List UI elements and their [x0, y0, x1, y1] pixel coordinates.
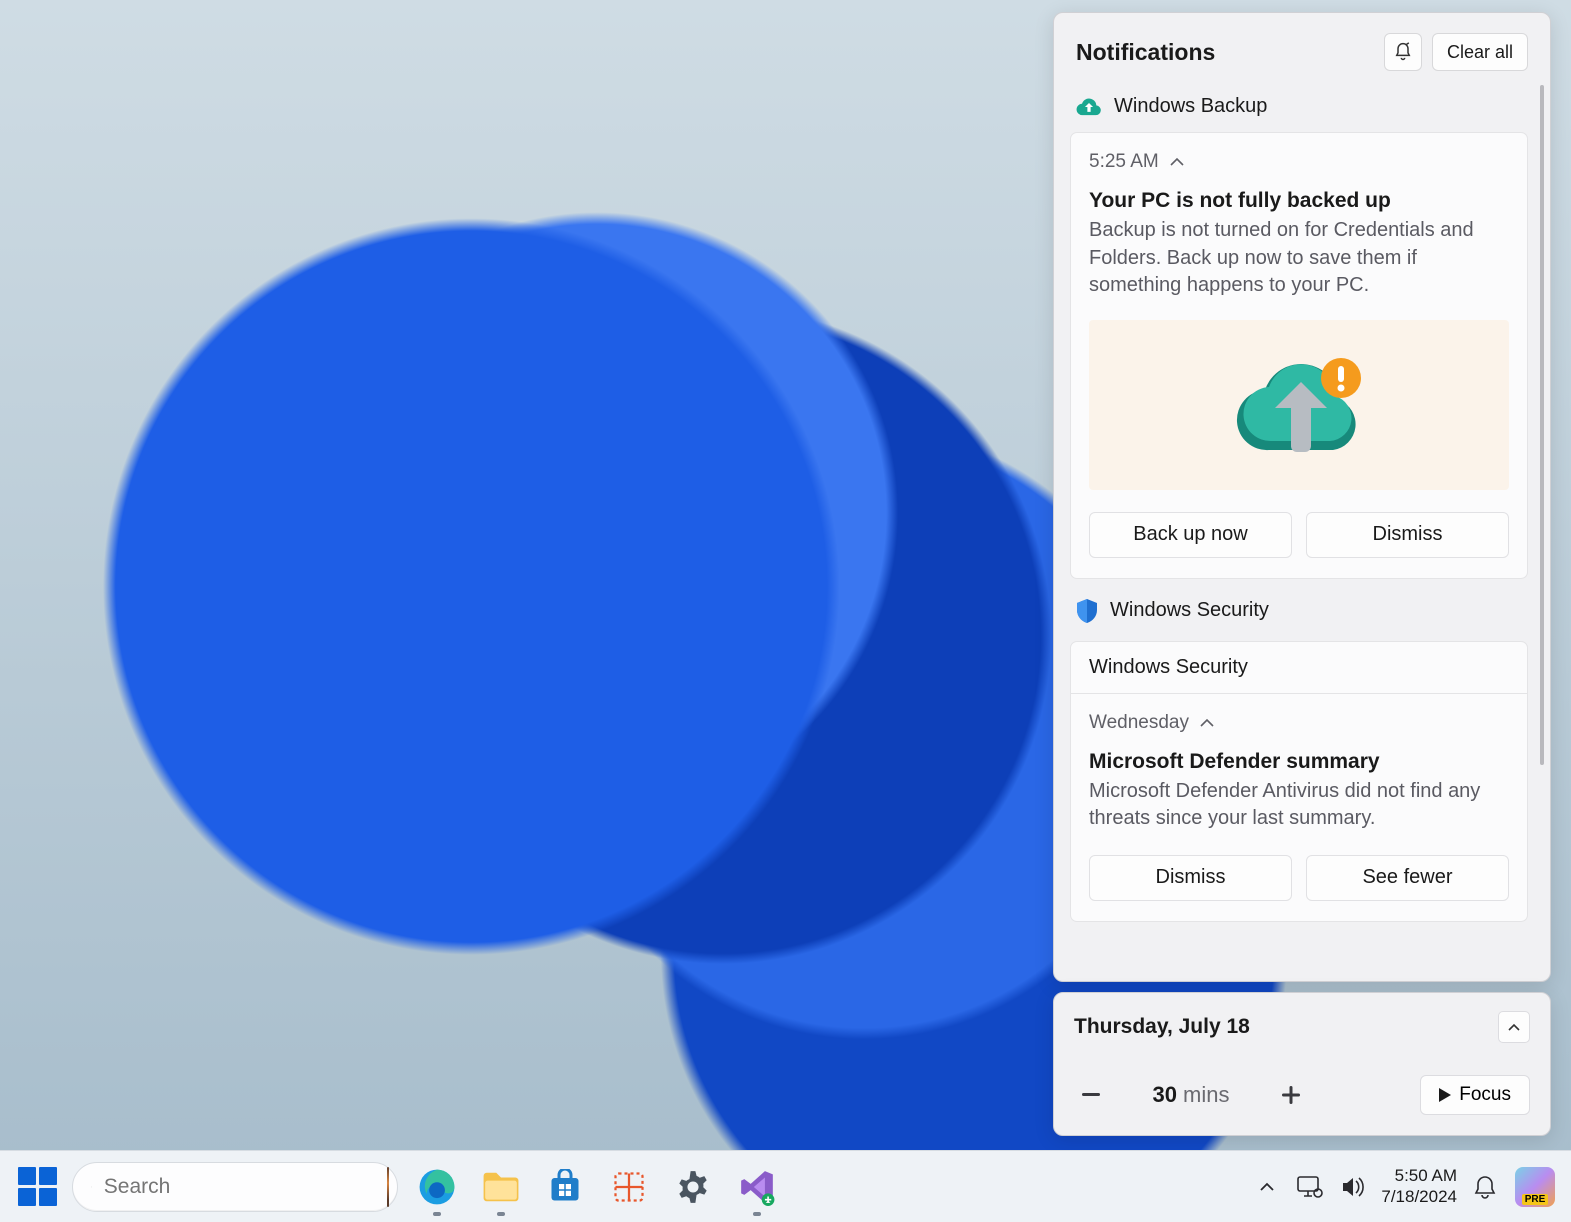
- tray-volume-button[interactable]: [1335, 1162, 1371, 1212]
- notification-hero-image: [1089, 320, 1509, 490]
- backup-now-button[interactable]: Back up now: [1089, 512, 1292, 558]
- notification-title: Microsoft Defender summary: [1089, 750, 1509, 774]
- notification-center-button[interactable]: [1467, 1162, 1503, 1212]
- action-center-panel: Notifications Clear all Windows Backup: [1053, 12, 1551, 1136]
- start-button[interactable]: [10, 1160, 64, 1214]
- edge-icon: [418, 1168, 456, 1206]
- clear-all-button[interactable]: Clear all: [1432, 33, 1528, 71]
- taskbar-date: 7/18/2024: [1381, 1187, 1457, 1207]
- notification-body: Backup is not turned on for Credentials …: [1089, 217, 1509, 300]
- play-icon: [1439, 1088, 1451, 1102]
- notification-subheader[interactable]: Windows Security: [1070, 641, 1528, 694]
- plus-icon: [1282, 1086, 1300, 1104]
- notification-item[interactable]: Wednesday Microsoft Defender summary Mic…: [1070, 694, 1528, 922]
- bell-off-icon: [1393, 42, 1413, 62]
- focus-decrease-button[interactable]: [1074, 1078, 1108, 1112]
- calendar-date[interactable]: Thursday, July 18: [1074, 1015, 1498, 1039]
- notification-time: Wednesday: [1089, 712, 1189, 734]
- taskbar-app-snipping-tool[interactable]: [604, 1162, 654, 1212]
- scrollbar-thumb[interactable]: [1540, 85, 1544, 765]
- gear-icon: [674, 1168, 712, 1206]
- chevron-up-icon: [1169, 157, 1185, 167]
- notifications-card: Notifications Clear all Windows Backup: [1053, 12, 1551, 982]
- do-not-disturb-button[interactable]: [1384, 33, 1422, 71]
- folder-icon: [482, 1170, 520, 1204]
- tray-network-button[interactable]: [1291, 1162, 1329, 1212]
- copilot-tag: PRE: [1522, 1194, 1549, 1205]
- taskbar-search[interactable]: [72, 1162, 398, 1212]
- focus-button-label: Focus: [1459, 1084, 1511, 1106]
- chevron-up-icon: [1507, 1023, 1521, 1032]
- cloud-backup-icon: [1076, 97, 1102, 117]
- taskbar-clock[interactable]: 5:50 AM 7/18/2024: [1377, 1162, 1461, 1212]
- speaker-icon: [1341, 1176, 1365, 1198]
- taskbar-app-settings[interactable]: [668, 1162, 718, 1212]
- search-input[interactable]: [104, 1175, 375, 1199]
- bell-icon: [1474, 1175, 1496, 1199]
- taskbar-time: 5:50 AM: [1395, 1166, 1457, 1186]
- notification-group-header[interactable]: Windows Backup: [1070, 85, 1528, 132]
- notification-group-header[interactable]: Windows Security: [1070, 589, 1528, 637]
- calendar-focus-card: Thursday, July 18 30mins Focus: [1053, 992, 1551, 1136]
- taskbar-app-file-explorer[interactable]: [476, 1162, 526, 1212]
- snip-icon: [611, 1169, 647, 1205]
- dismiss-button[interactable]: Dismiss: [1306, 512, 1509, 558]
- focus-minutes-unit: mins: [1183, 1082, 1229, 1107]
- search-icon: [91, 1176, 92, 1198]
- windows-logo-icon: [18, 1167, 57, 1206]
- copilot-button[interactable]: PRE: [1509, 1162, 1561, 1212]
- notification-time: 5:25 AM: [1089, 151, 1159, 173]
- taskbar-app-visual-studio[interactable]: [732, 1162, 782, 1212]
- taskbar-app-edge[interactable]: [412, 1162, 462, 1212]
- collapse-calendar-button[interactable]: [1498, 1011, 1530, 1043]
- visual-studio-icon: [738, 1168, 776, 1206]
- notification-app-name: Windows Security: [1110, 599, 1269, 622]
- taskbar-app-microsoft-store[interactable]: [540, 1162, 590, 1212]
- chevron-up-icon: [1259, 1182, 1275, 1192]
- chevron-up-icon: [1199, 718, 1215, 728]
- store-icon: [547, 1169, 583, 1205]
- search-highlight-icon[interactable]: [387, 1167, 389, 1207]
- notification-title: Your PC is not fully backed up: [1089, 189, 1509, 213]
- dismiss-button[interactable]: Dismiss: [1089, 855, 1292, 901]
- shield-icon: [1076, 599, 1098, 623]
- see-fewer-button[interactable]: See fewer: [1306, 855, 1509, 901]
- focus-increase-button[interactable]: [1274, 1078, 1308, 1112]
- focus-minutes-value: 30: [1153, 1082, 1177, 1107]
- notification-body: Microsoft Defender Antivirus did not fin…: [1089, 778, 1509, 833]
- notifications-scroll[interactable]: Windows Backup 5:25 AM Your PC is not fu…: [1054, 85, 1550, 981]
- monitor-network-icon: [1297, 1176, 1323, 1198]
- taskbar: 5:50 AM 7/18/2024 PRE: [0, 1150, 1571, 1222]
- notification-item[interactable]: 5:25 AM Your PC is not fully backed up B…: [1070, 132, 1528, 579]
- minus-icon: [1082, 1093, 1100, 1097]
- copilot-icon: PRE: [1515, 1167, 1555, 1207]
- notifications-title: Notifications: [1076, 39, 1374, 66]
- focus-start-button[interactable]: Focus: [1420, 1075, 1530, 1115]
- focus-duration: 30mins: [1116, 1082, 1266, 1108]
- notifications-header: Notifications Clear all: [1054, 13, 1550, 85]
- tray-overflow-button[interactable]: [1249, 1162, 1285, 1212]
- notification-app-name: Windows Backup: [1114, 95, 1267, 118]
